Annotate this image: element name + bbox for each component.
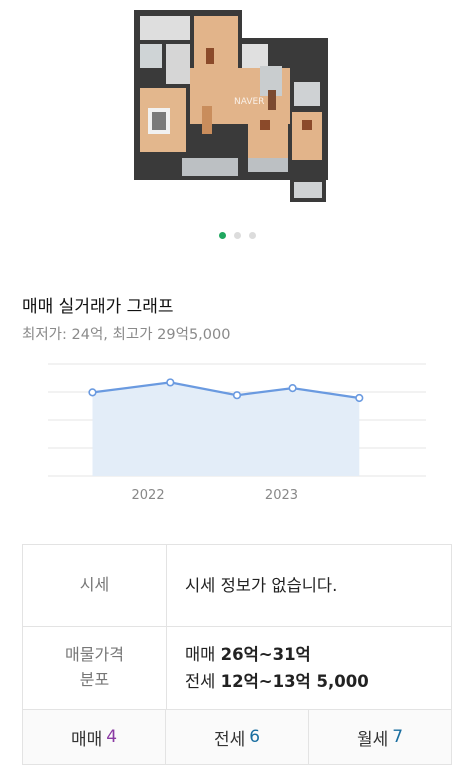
price-distribution-label-line1: 매물가격 <box>65 645 124 665</box>
market-price-label: 시세 <box>23 545 167 626</box>
tab-monthly-rent-label: 월세 <box>356 729 389 750</box>
price-distribution-label-line2: 분포 <box>79 670 110 689</box>
sale-price-range: 매매 26억~31억 <box>185 641 451 668</box>
carousel-indicator <box>0 232 474 239</box>
carousel-dot-3[interactable] <box>248 232 256 239</box>
graph-price-range: 최저가: 24억, 최고가 29억5,000 <box>22 327 231 343</box>
chart-point[interactable] <box>288 384 297 393</box>
chart-area-fill <box>92 382 360 476</box>
jeonse-prefix: 전세 <box>185 672 216 691</box>
jeonse-range: 12억~13억 5,000 <box>220 672 369 691</box>
price-distribution-label: 매물가격 분포 <box>23 627 167 709</box>
market-price-row: 시세 시세 정보가 없습니다. <box>23 545 451 627</box>
price-distribution-row: 매물가격 분포 매매 26억~31억 전세 12억~13억 5,000 <box>23 627 451 710</box>
tab-monthly-rent[interactable]: 월세 7 <box>309 710 451 764</box>
graph-title: 매매 실거래가 그래프 <box>22 297 174 317</box>
tab-monthly-rent-count: 7 <box>392 727 404 747</box>
x-tick-label: 2023 <box>265 488 298 503</box>
tab-sale-label: 매매 <box>70 729 103 750</box>
sale-range: 26억~31억 <box>220 644 311 664</box>
price-chart[interactable]: 2022 2023 <box>0 350 474 520</box>
chart-point[interactable] <box>166 378 175 387</box>
sale-prefix: 매매 <box>185 644 216 664</box>
watermark-text: NAVER <box>234 97 264 107</box>
carousel-dot-1[interactable] <box>218 232 226 239</box>
tab-jeonse-count: 6 <box>249 727 261 747</box>
listing-type-tabs: 매매 4 전세 6 월세 7 <box>23 710 451 764</box>
carousel-dot-2[interactable] <box>233 232 241 239</box>
price-info-table: 시세 시세 정보가 없습니다. 매물가격 분포 매매 26억~31억 전세 12… <box>22 544 452 765</box>
price-distribution-value: 매매 26억~31억 전세 12억~13억 5,000 <box>167 627 451 709</box>
floor-plan-image[interactable]: NAVER <box>130 8 332 204</box>
tab-sale[interactable]: 매매 4 <box>23 710 166 764</box>
tab-sale-count: 4 <box>106 727 118 747</box>
tab-jeonse-label: 전세 <box>213 729 246 750</box>
jeonse-price-range: 전세 12억~13억 5,000 <box>185 668 451 695</box>
chart-point[interactable] <box>232 391 242 400</box>
tab-jeonse[interactable]: 전세 6 <box>166 710 309 764</box>
x-tick-label: 2022 <box>132 488 165 503</box>
chart-point[interactable] <box>355 393 364 403</box>
chart-point[interactable] <box>88 388 97 397</box>
market-price-value: 시세 정보가 없습니다. <box>185 575 338 595</box>
